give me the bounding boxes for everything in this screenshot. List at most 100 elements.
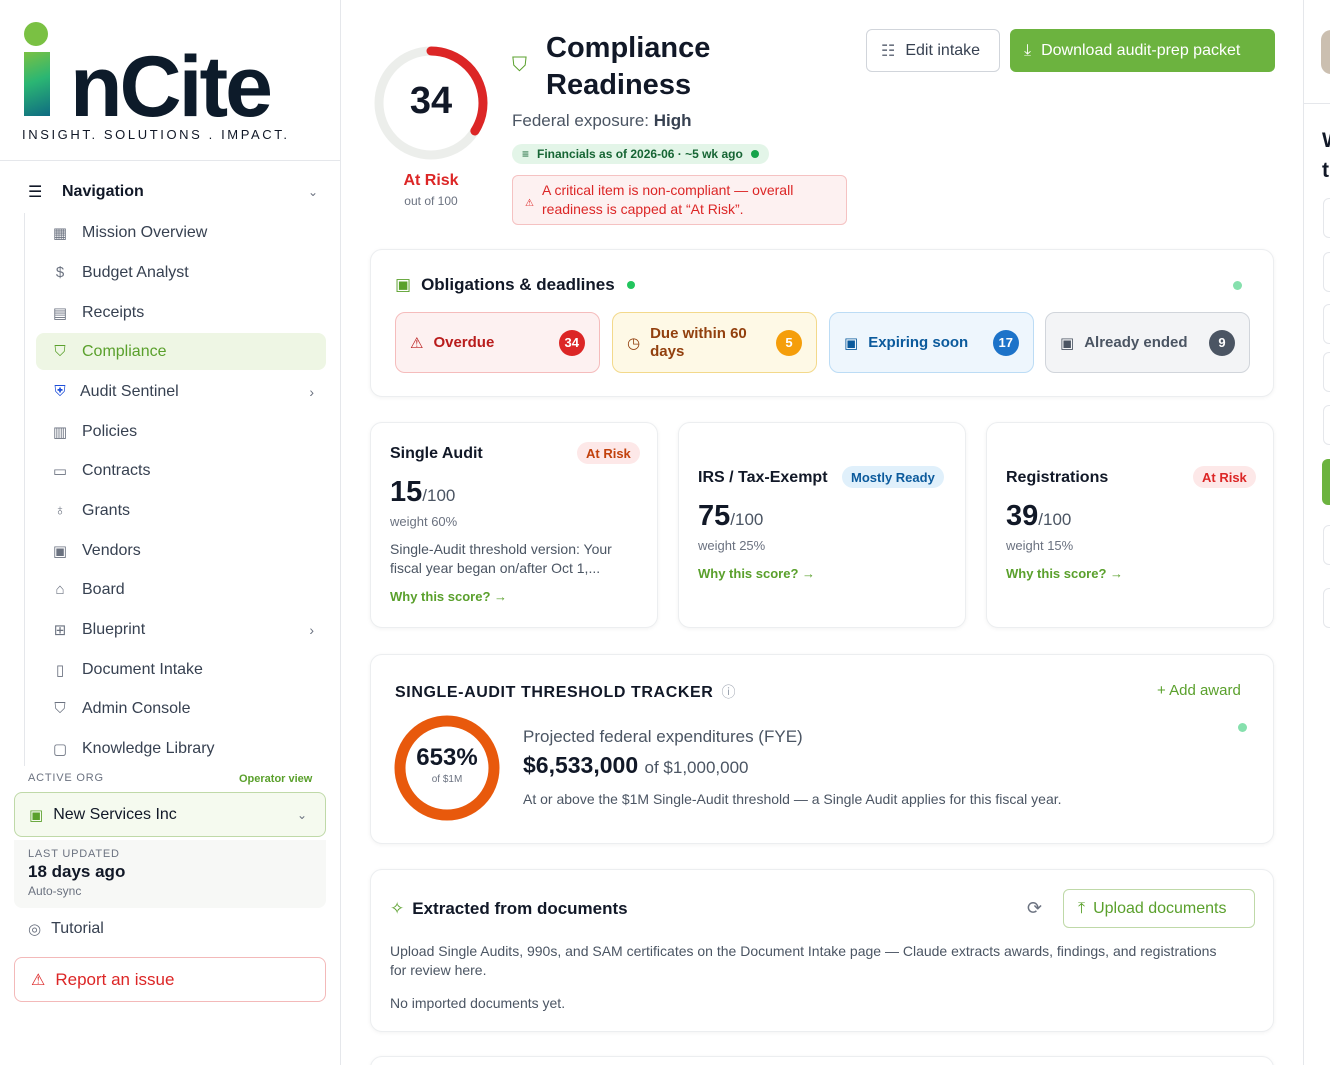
award-icon: ♁ [54, 502, 66, 519]
right-panel-primary-button[interactable] [1322, 459, 1330, 505]
page-title: Compliance Readiness [546, 32, 711, 101]
why-score-link[interactable]: Why this score? → [1006, 566, 1123, 581]
score-card-title: Single Audit [390, 445, 483, 462]
last-updated-label: LAST UPDATED [28, 848, 120, 860]
sidebar-divider [0, 160, 340, 161]
report-issue-button[interactable]: ⚠ Report an issue [14, 957, 326, 1002]
score-card-single-audit: Single Audit At Risk 15/100 weight 60% S… [370, 422, 658, 628]
avatar[interactable] [1321, 30, 1330, 74]
why-score-link[interactable]: Why this score? → [390, 589, 507, 604]
sidebar-item-knowledge-library[interactable]: ▢ Knowledge Library [36, 730, 326, 767]
right-panel-item[interactable] [1323, 252, 1330, 292]
grid-icon: ▦ [52, 224, 68, 242]
tile-due-within-60[interactable]: ◷ Due within 60 days 5 [612, 312, 817, 373]
obligations-card: ▣ Obligations & deadlines ⚠ Overdue 34 ◷… [370, 249, 1274, 397]
score-max: /100 [730, 510, 764, 529]
tile-label: Due within 60 days [650, 324, 747, 360]
score-weight: weight 25% [698, 538, 766, 553]
sidebar-item-document-intake[interactable]: ▯ Document Intake [36, 651, 326, 688]
tile-expiring-soon[interactable]: ▣ Expiring soon 17 [829, 312, 1034, 373]
plus-icon: + [1157, 682, 1170, 699]
add-award-label: Add award [1169, 682, 1241, 699]
shield-alert-icon: ⛉ [54, 700, 66, 717]
right-panel-item[interactable] [1323, 405, 1330, 445]
org-name: New Services Inc [53, 805, 177, 823]
shield-check-icon: ⛉ [54, 343, 66, 360]
projected-label: Projected federal expenditures (FYE) [523, 727, 803, 746]
tile-label: Overdue [433, 333, 495, 351]
nav-section-toggle[interactable]: ☰ Navigation ⌄ [28, 176, 318, 208]
tile-overdue[interactable]: ⚠ Overdue 34 [395, 312, 600, 373]
tile-count: 5 [776, 329, 802, 356]
sidebar-item-contracts[interactable]: ▭ Contracts [36, 452, 326, 489]
logo-i-dot [24, 22, 48, 46]
why-score-link[interactable]: Why this score? → [698, 566, 815, 581]
sidebar-item-label: Audit Sentinel [80, 382, 179, 400]
menu-icon: ☰ [28, 184, 43, 201]
tile-label: Already ended [1084, 333, 1188, 351]
sidebar-item-blueprint[interactable]: ⊞ Blueprint › [36, 611, 326, 648]
sidebar-item-receipts[interactable]: ▤ Receipts [36, 294, 326, 331]
threshold-note: At or above the $1M Single-Audit thresho… [523, 791, 1062, 807]
building-icon: ▣ [52, 542, 68, 560]
sidebar-item-admin-console[interactable]: ⛉ Admin Console [36, 690, 326, 727]
info-icon[interactable]: ⓘ [721, 684, 736, 700]
score-max: /100 [1038, 510, 1072, 529]
right-panel-item[interactable] [1323, 304, 1330, 344]
empty-state: No imported documents yet. [390, 995, 566, 1011]
calendar-clock-icon: ▣ [395, 275, 412, 294]
tracker-title: SINGLE-AUDIT THRESHOLD TRACKER ⓘ [395, 682, 736, 702]
download-packet-button[interactable]: ⤓ Download audit-prep packet [1010, 29, 1275, 72]
obligations-title: Obligations & deadlines [421, 275, 615, 294]
tile-count: 9 [1209, 329, 1235, 356]
logo-tagline: INSIGHT. SOLUTIONS . IMPACT. [22, 127, 290, 142]
readiness-out-of: out of 100 [404, 194, 458, 208]
operator-view-link[interactable]: Operator view [239, 773, 312, 785]
nav-title: Navigation [62, 183, 144, 200]
chevron-down-icon: ⌄ [296, 807, 307, 822]
upload-documents-button[interactable]: ⤒ Upload documents [1063, 889, 1255, 928]
sync-status-dot [750, 150, 759, 158]
right-panel-item[interactable] [1323, 198, 1330, 238]
exposure-label: Federal exposure: [512, 111, 650, 130]
sidebar-item-vendors[interactable]: ▣ Vendors [36, 532, 326, 569]
right-panel-item[interactable] [1323, 525, 1330, 565]
tile-already-ended[interactable]: ▣ Already ended 9 [1045, 312, 1250, 373]
score-number: 39 [1006, 500, 1039, 532]
sidebar-item-mission-overview[interactable]: ▦ Mission Overview [36, 214, 326, 251]
sidebar-item-budget-analyst[interactable]: $ Budget Analyst [36, 254, 326, 291]
refresh-icon[interactable]: ⟳ [1027, 898, 1042, 919]
sitemap-icon: ⊞ [53, 621, 67, 639]
threshold-tracker-card: SINGLE-AUDIT THRESHOLD TRACKER ⓘ + Add aw… [370, 654, 1274, 844]
right-panel-item[interactable] [1323, 352, 1330, 392]
add-award-button[interactable]: + Add award [1157, 682, 1241, 699]
receipt-icon: ▤ [52, 304, 68, 322]
status-badge: At Risk [577, 442, 640, 464]
sidebar-item-compliance[interactable]: ⛉ Compliance [36, 333, 326, 370]
right-panel-item[interactable] [1323, 588, 1330, 628]
sidebar-item-audit-sentinel[interactable]: ⛨ Audit Sentinel › [36, 373, 326, 410]
status-dot [626, 281, 635, 289]
sidebar-item-grants[interactable]: ♁ Grants [36, 492, 326, 529]
upload-documents-label: Upload documents [1093, 899, 1227, 917]
document-icon: ▯ [55, 661, 65, 679]
sidebar-item-board[interactable]: ⌂ Board [36, 571, 326, 608]
building-icon: ▣ [29, 806, 44, 824]
tutorial-label: Tutorial [51, 920, 104, 937]
incite-logo[interactable]: nCite INSIGHT. SOLUTIONS . IMPACT. [22, 20, 287, 145]
org-select[interactable]: ▣ New Services Inc ⌄ [14, 792, 326, 837]
tile-count: 17 [992, 329, 1019, 356]
logo-i-stem [24, 52, 50, 116]
extracted-header: ✧ Extracted from documents [390, 899, 628, 919]
tutorial-link[interactable]: ◎ Tutorial [28, 920, 104, 938]
landmark-icon: ⌂ [55, 581, 65, 598]
sidebar-item-policies[interactable]: ▥ Policies [36, 413, 326, 450]
active-org-label: ACTIVE ORG [28, 772, 104, 784]
score-value: 39/100 [1006, 500, 1071, 533]
edit-intake-button[interactable]: ☷ Edit intake [866, 29, 1000, 72]
financials-text: Financials as of 2026-06 · ~5 wk ago [537, 147, 743, 161]
tracker-title-text: SINGLE-AUDIT THRESHOLD TRACKER [395, 684, 714, 701]
right-panel-divider [1303, 0, 1304, 1065]
scroll-icon: ▥ [52, 423, 68, 441]
download-icon: ⤓ [1024, 41, 1032, 59]
